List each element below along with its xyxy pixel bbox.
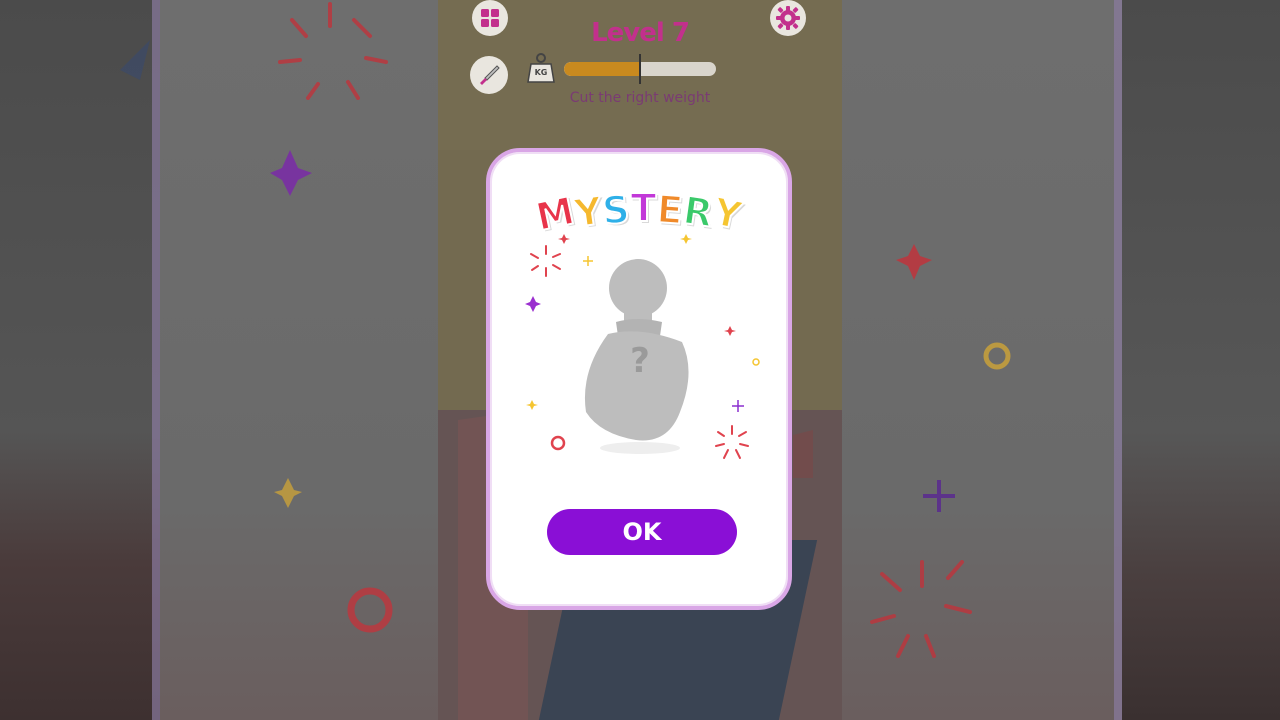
settings-button[interactable] bbox=[770, 0, 806, 36]
knife-icon bbox=[480, 65, 500, 85]
level-title: Level 7 bbox=[591, 18, 690, 48]
target-weight-marker bbox=[639, 54, 641, 84]
gear-icon bbox=[776, 6, 800, 30]
background-right bbox=[842, 0, 1280, 720]
mystery-illustration: ? bbox=[525, 234, 760, 459]
weight-progress-fill bbox=[564, 62, 640, 76]
mystery-reward-dialog: MYSTERY ? OK bbox=[486, 148, 792, 610]
weight-icon-label: KG bbox=[534, 68, 548, 77]
background-left bbox=[0, 0, 438, 720]
background-right-decorations bbox=[870, 244, 1011, 658]
question-mark-icon: ? bbox=[630, 341, 650, 381]
background-left-decorations bbox=[120, 2, 393, 633]
objective-hint: Cut the right weight bbox=[569, 90, 711, 106]
grid-menu-icon bbox=[481, 9, 499, 27]
knife-button[interactable] bbox=[470, 56, 508, 94]
menu-button[interactable] bbox=[472, 0, 508, 36]
ok-button[interactable]: OK bbox=[547, 509, 737, 555]
